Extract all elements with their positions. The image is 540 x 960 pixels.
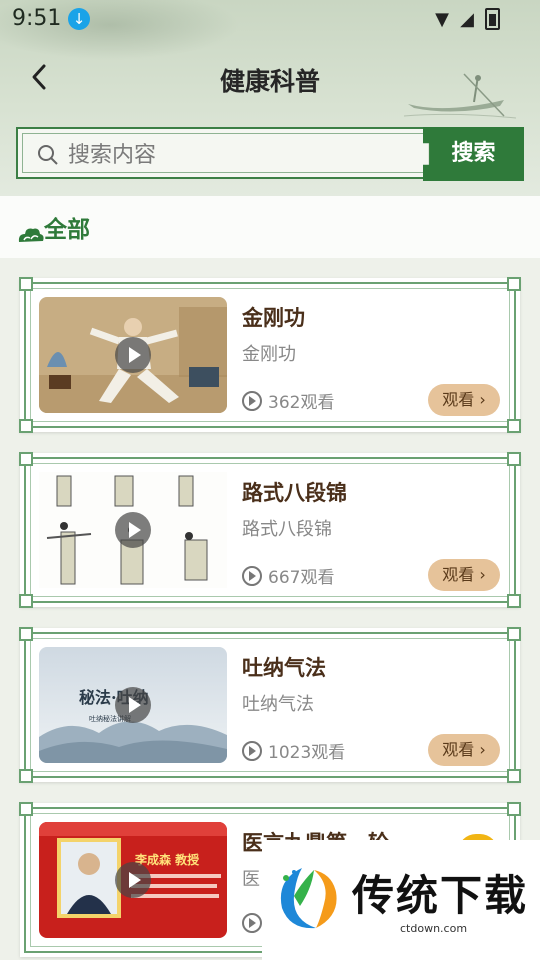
video-thumbnail[interactable]: 李成森 教授	[39, 822, 227, 938]
watch-button[interactable]: 观看 ›	[428, 734, 500, 766]
video-thumbnail[interactable]: 秘法·吐纳 吐纳秘法讲解	[39, 647, 227, 763]
chevron-right-icon: ›	[479, 390, 486, 409]
status-time: 9:51	[12, 6, 62, 31]
video-subtitle: 吐纳气法	[242, 694, 314, 715]
search-field[interactable]	[16, 127, 428, 179]
watch-button[interactable]: 观看 ›	[428, 559, 500, 591]
video-card[interactable]: 金刚功 金刚功 362观看 观看 ›	[19, 277, 521, 433]
download-icon: ↓	[68, 8, 90, 30]
watermark: 传统下载 ctdown.com	[262, 840, 540, 960]
view-count: 1023观看	[242, 738, 345, 763]
play-icon[interactable]	[115, 862, 151, 898]
video-title: 路式八段锦	[242, 481, 347, 505]
video-thumbnail[interactable]	[39, 297, 227, 413]
watermark-brand: 传统下载	[352, 871, 529, 920]
watch-button[interactable]: 观看 ›	[428, 384, 500, 416]
play-icon[interactable]	[115, 337, 151, 373]
play-circle-icon	[242, 566, 262, 586]
play-circle-icon	[242, 391, 262, 411]
video-title: 金刚功	[242, 306, 305, 330]
video-thumbnail[interactable]	[39, 472, 227, 588]
video-subtitle: 金刚功	[242, 344, 296, 365]
search-input[interactable]	[66, 139, 410, 171]
video-subtitle: 路式八段锦	[242, 519, 332, 540]
status-icons: ▼ ◢	[429, 8, 500, 30]
battery-icon	[485, 8, 500, 30]
page-title: 健康科普	[219, 67, 320, 96]
search-button[interactable]: 搜索	[423, 127, 524, 181]
search-icon	[38, 145, 58, 165]
play-icon[interactable]	[115, 512, 151, 548]
brand-logo-icon	[280, 868, 337, 929]
wifi-icon: ▼	[435, 8, 449, 30]
cloud-icon	[18, 228, 44, 242]
view-count: 667观看	[242, 563, 334, 588]
play-icon[interactable]	[115, 687, 151, 723]
status-bar: 9:51 ↓ ▼ ◢	[0, 0, 540, 38]
category-tab-all[interactable]: 全部	[44, 210, 90, 244]
video-card[interactable]: 秘法·吐纳 吐纳秘法讲解 吐纳气法 吐纳气法 1023观看 观看 ›	[19, 627, 521, 783]
search-bar: 搜索	[16, 127, 524, 181]
play-circle-icon	[242, 741, 262, 761]
watermark-url: ctdown.com	[400, 922, 468, 935]
video-card[interactable]: 路式八段锦 路式八段锦 667观看 观看 ›	[19, 452, 521, 608]
chevron-right-icon: ›	[479, 740, 486, 759]
play-circle-icon	[242, 913, 262, 933]
video-subtitle: 医	[242, 869, 260, 890]
view-count: 362观看	[242, 388, 334, 413]
signal-icon: ◢	[460, 8, 474, 30]
video-title: 吐纳气法	[242, 656, 326, 680]
chevron-right-icon: ›	[479, 565, 486, 584]
